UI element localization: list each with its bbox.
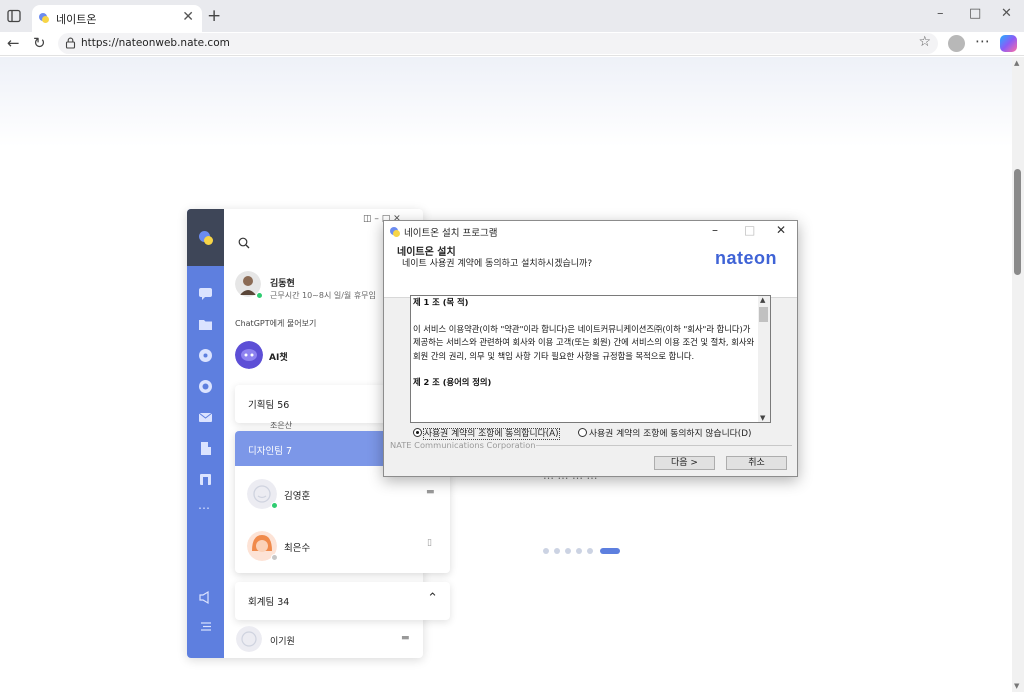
back-arrow-icon[interactable]: ← (7, 34, 20, 52)
app-logo-area (187, 209, 224, 266)
carousel-dot[interactable] (587, 548, 593, 554)
site-info-icon[interactable] (65, 37, 76, 49)
scroll-down-arrow-icon[interactable]: ▼ (760, 414, 765, 422)
disagree-radio-label[interactable]: 사용권 계약의 조항에 동의하지 않습니다(D) (589, 429, 751, 439)
address-toolbar: ← ↻ https://nateonweb.nate.com ☆ ⋯ (0, 32, 1024, 56)
agree-radio-option[interactable]: 사용권 계약의 조항에 동의합니다(A) (413, 426, 560, 440)
copilot-icon[interactable] (1000, 35, 1017, 52)
cancel-button[interactable]: 취소 (726, 456, 787, 470)
window-minimize-button[interactable]: – (937, 6, 944, 21)
collapse-chevron-icon[interactable]: ⌃ (427, 591, 438, 606)
tab-title: 네이트온 (56, 13, 97, 26)
pc-icon: ▬ (426, 487, 435, 497)
dialog-subheading: 네이트 사용권 계약에 동의하고 설치하시겠습니까? (402, 259, 593, 269)
carousel-dot-active[interactable] (600, 548, 620, 554)
window-maximize-button[interactable]: □ (969, 6, 981, 21)
license-text: 제 1 조 (목 적) 이 서비스 이용약관(이하 "약관"이라 합니다)은 네… (413, 296, 757, 403)
next-button[interactable]: 다음 > (654, 456, 715, 470)
article-1-title: 제 1 조 (목 적) (413, 297, 469, 307)
nateon-brand-logo: nateon (715, 248, 778, 268)
dialog-title: 네이트온 설치 프로그램 (404, 228, 498, 239)
nateon-app-icon (390, 227, 400, 237)
url-text[interactable]: https://nateonweb.nate.com (81, 37, 230, 49)
ai-chat-name: AI챗 (269, 353, 288, 363)
article-2-title: 제 2 조 (용어의 정의) (413, 377, 492, 387)
building-icon (201, 442, 211, 455)
favorite-star-icon[interactable]: ☆ (918, 34, 931, 50)
folder-icon (199, 320, 212, 330)
speaker-icon (199, 590, 209, 605)
nateon-logo-icon (199, 231, 213, 245)
profile-avatar[interactable] (948, 35, 965, 52)
address-bar[interactable]: https://nateonweb.nate.com ☆ (58, 33, 938, 54)
browser-tab-nateon[interactable]: 네이트온 ✕ (32, 5, 202, 32)
member-name: 이기원 (270, 637, 295, 647)
mail-icon (198, 412, 213, 422)
dialog-minimize-button[interactable]: – (712, 223, 718, 237)
separator-line (536, 445, 792, 446)
license-scroll-thumb[interactable] (759, 307, 768, 322)
new-tab-button[interactable]: + (207, 6, 221, 26)
license-scrollbar[interactable]: ▲ ▼ (758, 296, 770, 422)
carousel-dot[interactable] (554, 548, 560, 554)
my-name: 김동현 (270, 279, 295, 289)
company-name: NATE Communications Corporation (390, 440, 536, 450)
scrollbar-thumb[interactable] (1014, 169, 1021, 275)
app-sidebar: ⋯ (187, 209, 224, 658)
compass-icon (199, 349, 212, 362)
member-name: 최은수 (284, 543, 311, 554)
my-status-message: 근무시간 10~8시 일/월 휴무임 (270, 291, 376, 300)
group-label: 디자인팀 7 (248, 446, 293, 457)
group-label: 기획팀 56 (248, 400, 290, 411)
agree-radio-button[interactable] (413, 428, 422, 437)
notebook-icon (200, 474, 211, 485)
disagree-radio-option[interactable]: 사용권 계약의 조항에 동의하지 않습니다(D) (578, 426, 751, 439)
ai-chat-avatar (235, 341, 263, 369)
nateon-favicon-icon (39, 13, 49, 23)
more-dots-icon: ⋯ (198, 501, 210, 515)
dialog-maximize-button: □ (744, 223, 756, 237)
search-icon (238, 237, 250, 249)
dialog-header: 네이트온 설치 네이트 사용권 계약에 동의하고 설치하시겠습니까? nateo… (384, 243, 797, 298)
group-accounting-team[interactable]: 회계팀 34 ⌃ (235, 582, 450, 620)
page-scrollbar[interactable]: ▲ ▼ (1012, 57, 1024, 692)
carousel-dot[interactable] (543, 548, 549, 554)
dialog-titlebar[interactable]: 네이트온 설치 프로그램 – □ ✕ (384, 221, 797, 243)
my-online-dot (256, 292, 263, 299)
license-textbox[interactable]: 제 1 조 (목 적) 이 서비스 이용약관(이하 "약관"이라 합니다)은 네… (410, 295, 771, 423)
peek-member-name: 조은산 (270, 421, 293, 430)
tab-actions-icon[interactable] (6, 8, 22, 24)
window-close-button[interactable]: ✕ (1001, 6, 1012, 21)
menu-icon (201, 622, 211, 631)
chat-icon (199, 288, 212, 300)
disagree-radio-button[interactable] (578, 428, 587, 437)
member-name: 김영훈 (284, 491, 311, 502)
dialog-close-button[interactable]: ✕ (776, 223, 786, 237)
scroll-down-arrow-icon[interactable]: ▼ (1014, 682, 1019, 690)
chatgpt-section-label: ChatGPT에게 물어보기 (235, 319, 317, 328)
browser-tab-strip: 네이트온 ✕ + – □ ✕ (0, 0, 1024, 32)
carousel-dot[interactable] (565, 548, 571, 554)
target-icon (199, 380, 212, 393)
group-label: 회계팀 34 (248, 597, 290, 608)
article-1-body: 이 서비스 이용약관(이하 "약관"이라 합니다)은 네이트커뮤니케이션즈㈜(이… (413, 323, 755, 361)
scroll-up-arrow-icon[interactable]: ▲ (1014, 59, 1019, 67)
scroll-up-arrow-icon[interactable]: ▲ (760, 296, 765, 304)
installer-dialog: 네이트온 설치 프로그램 – □ ✕ 네이트온 설치 네이트 사용권 계약에 동… (383, 220, 798, 477)
agree-radio-label[interactable]: 사용권 계약의 조항에 동의합니다(A) (423, 428, 560, 440)
more-menu-icon[interactable]: ⋯ (975, 32, 990, 50)
member-status-dot (271, 554, 278, 561)
member-status-dot (271, 502, 278, 509)
refresh-icon[interactable]: ↻ (33, 34, 46, 52)
tab-close-icon[interactable]: ✕ (182, 9, 194, 25)
member-avatar (236, 626, 262, 652)
carousel-dot[interactable] (576, 548, 582, 554)
pc-icon: ▬ (401, 633, 410, 643)
mobile-icon: ▯ (427, 538, 432, 548)
